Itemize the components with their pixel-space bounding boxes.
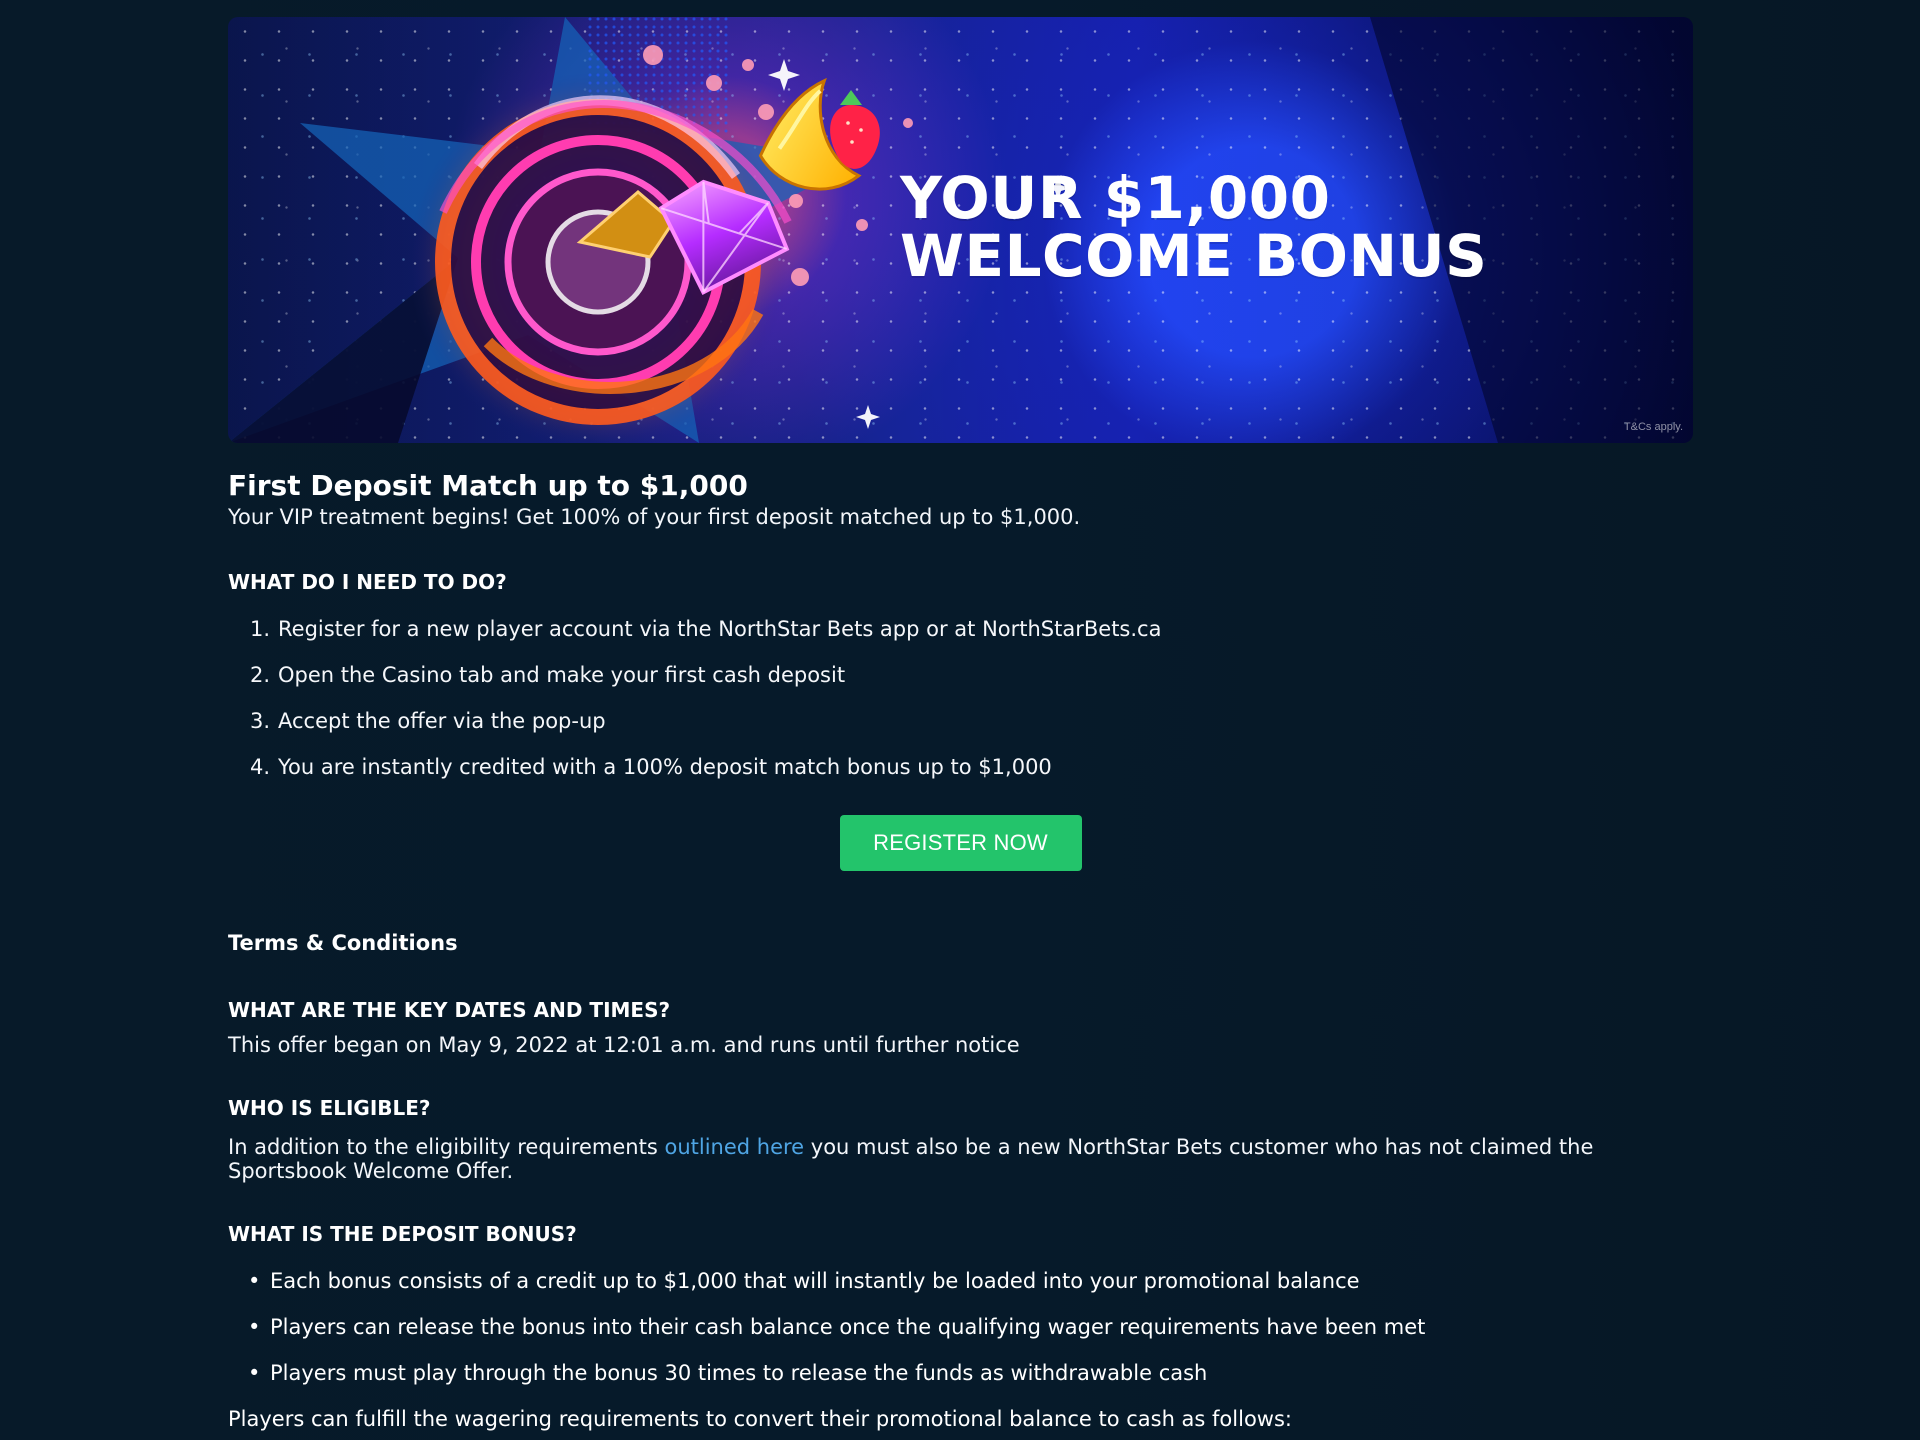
step-text: Accept the offer via the pop-up — [278, 709, 606, 733]
deposit-bonus-list: • Each bonus consists of a credit up to … — [248, 1267, 1693, 1405]
promotion-page: YOUR $1,000 WELCOME BONUS T&Cs apply. Fi… — [0, 0, 1920, 1440]
step-item: 2. Open the Casino tab and make your fir… — [248, 661, 1693, 707]
terms-and-conditions-heading: Terms & Conditions — [228, 931, 458, 955]
bonus-list-item: • Each bonus consists of a credit up to … — [248, 1267, 1693, 1313]
register-now-button[interactable]: REGISTER NOW — [839, 815, 1082, 871]
step-item: 4. You are instantly credited with a 100… — [248, 753, 1693, 799]
bullet-icon: • — [248, 1361, 261, 1385]
step-item: 1. Register for a new player account via… — [248, 615, 1693, 661]
eligibility-text: In addition to the eligibility requireme… — [228, 1135, 1648, 1183]
bonus-list-text: Each bonus consists of a credit up to $1… — [270, 1269, 1360, 1293]
deposit-bonus-heading: WHAT IS THE DEPOSIT BONUS? — [228, 1222, 577, 1246]
step-text: Register for a new player account via th… — [278, 617, 1162, 641]
eligibility-text-start: In addition to the eligibility requireme… — [228, 1135, 665, 1159]
key-dates-text: This offer began on May 9, 2022 at 12:01… — [228, 1033, 1020, 1057]
outlined-here-link[interactable]: outlined here — [664, 1135, 804, 1159]
step-text: You are instantly credited with a 100% d… — [278, 755, 1052, 779]
step-number: 1. — [249, 617, 270, 641]
step-text: Open the Casino tab and make your first … — [278, 663, 846, 687]
welcome-bonus-banner: YOUR $1,000 WELCOME BONUS T&Cs apply. — [228, 17, 1693, 443]
step-number: 4. — [249, 755, 270, 779]
step-number: 3. — [249, 709, 270, 733]
step-number: 2. — [249, 663, 270, 687]
main-content: YOUR $1,000 WELCOME BONUS T&Cs apply. Fi… — [228, 17, 1693, 1433]
key-dates-heading: WHAT ARE THE KEY DATES AND TIMES? — [228, 998, 671, 1022]
bonus-list-text: Players can release the bonus into their… — [270, 1315, 1426, 1339]
bonus-list-text: Players must play through the bonus 30 t… — [270, 1361, 1208, 1385]
bullet-icon: • — [248, 1315, 261, 1339]
steps-list: 1. Register for a new player account via… — [248, 615, 1693, 799]
eligibility-heading: WHO IS ELIGIBLE? — [228, 1096, 431, 1120]
bonus-list-item: • Players must play through the bonus 30… — [248, 1359, 1693, 1405]
banner-title: YOUR $1,000 WELCOME BONUS — [900, 164, 1488, 290]
steps-heading: WHAT DO I NEED TO DO? — [228, 570, 507, 594]
offer-intro: Your VIP treatment begins! Get 100% of y… — [228, 505, 1081, 529]
bonus-list-item: • Players can release the bonus into the… — [248, 1313, 1693, 1359]
page-title: First Deposit Match up to $1,000 — [228, 469, 748, 502]
register-button-container: REGISTER NOW — [228, 815, 1693, 871]
terms-apply-label: T&Cs apply. — [1623, 421, 1683, 433]
bullet-icon: • — [248, 1269, 261, 1293]
wagering-requirements-text: Players can fulfill the wagering require… — [228, 1407, 1292, 1431]
step-item: 3. Accept the offer via the pop-up — [248, 707, 1693, 753]
